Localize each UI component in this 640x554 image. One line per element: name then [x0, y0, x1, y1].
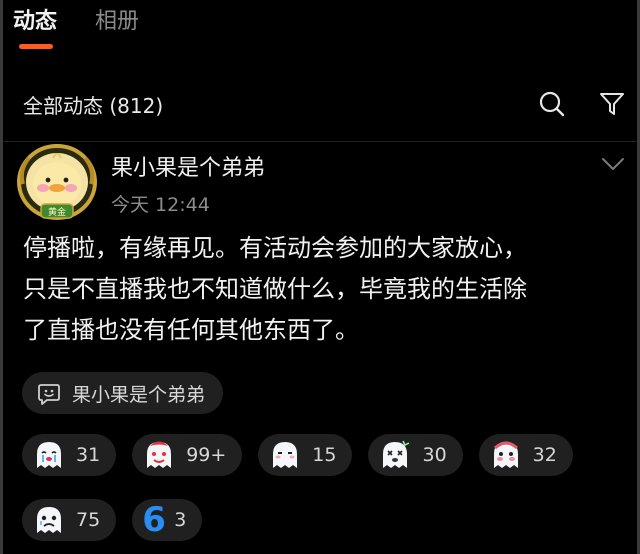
search-icon — [539, 91, 565, 117]
search-button[interactable] — [537, 89, 567, 119]
post-text-line: 只是不直播我也不知道做什么，毕竟我的生活除 — [23, 275, 527, 303]
tab-album-label: 相册 — [95, 9, 140, 34]
reaction-chip[interactable]: 30 — [368, 434, 463, 476]
post-text-line: 停播啦，有缘再见。有活动会参加的大家放心， — [23, 234, 527, 262]
filter-bar: 全部动态 (812) — [23, 85, 627, 123]
reaction-list: 31 99+ 15 30 32 75 6 3 — [22, 434, 622, 541]
post-text-line: 了直播也没有任何其他东西了。 — [23, 316, 359, 344]
filter-actions — [537, 89, 627, 119]
reaction-count: 3 — [174, 509, 187, 531]
filter-button[interactable] — [597, 89, 627, 119]
chevron-down-icon[interactable] — [599, 150, 627, 178]
filter-icon — [600, 93, 624, 115]
tab-album[interactable]: 相册 — [95, 6, 139, 38]
tab-dynamics[interactable]: 动态 — [13, 6, 58, 49]
tab-bar: 动态 相册 — [13, 6, 139, 50]
all-dynamics-title[interactable]: 全部动态 (812) — [23, 90, 163, 119]
red-ghost-icon — [147, 441, 172, 468]
topic-chip[interactable]: 果小果是个弟弟 — [22, 372, 224, 414]
dizzy-ghost-icon — [383, 440, 410, 468]
reaction-chip[interactable]: 6 3 — [132, 499, 203, 541]
reaction-chip[interactable]: 75 — [22, 499, 117, 541]
author-name[interactable]: 果小果是个弟弟 — [111, 150, 265, 182]
app-frame: 动态 相册 全部动态 (812) 黄金 果小果是个弟弟 今天 12:44 停播啦… — [0, 0, 640, 554]
post-text: 停播啦，有缘再见。有活动会参加的大家放心， 只是不直播我也不知道做什么，毕竟我的… — [23, 228, 613, 351]
reaction-chip[interactable]: 99+ — [132, 434, 243, 476]
topic-chip-label: 果小果是个弟弟 — [72, 383, 206, 406]
smile-icon — [38, 384, 60, 405]
active-tab-indicator — [19, 44, 53, 49]
reaction-chip[interactable]: 32 — [478, 434, 573, 476]
reaction-chip[interactable]: 15 — [258, 434, 353, 476]
six-icon: 6 — [142, 500, 166, 540]
reaction-count: 15 — [312, 444, 337, 466]
post-time: 今天 12:44 — [111, 194, 210, 216]
reaction-count: 31 — [76, 444, 101, 466]
reaction-count: 75 — [76, 509, 101, 531]
pink-ghost-icon — [493, 441, 518, 468]
sad-ghost-icon — [37, 507, 61, 533]
header-divider — [3, 141, 637, 142]
reaction-chip[interactable]: 31 — [22, 434, 117, 476]
tab-dynamics-label: 动态 — [13, 9, 58, 34]
avatar[interactable]: 黄金 — [13, 144, 101, 224]
avatar-badge-label: 黄金 — [48, 206, 66, 218]
reaction-count: 99+ — [186, 444, 227, 466]
reaction-count: 32 — [532, 444, 557, 466]
crying-ghost-icon — [37, 442, 61, 468]
ghost-icon — [273, 442, 298, 468]
reaction-count: 30 — [422, 444, 447, 466]
